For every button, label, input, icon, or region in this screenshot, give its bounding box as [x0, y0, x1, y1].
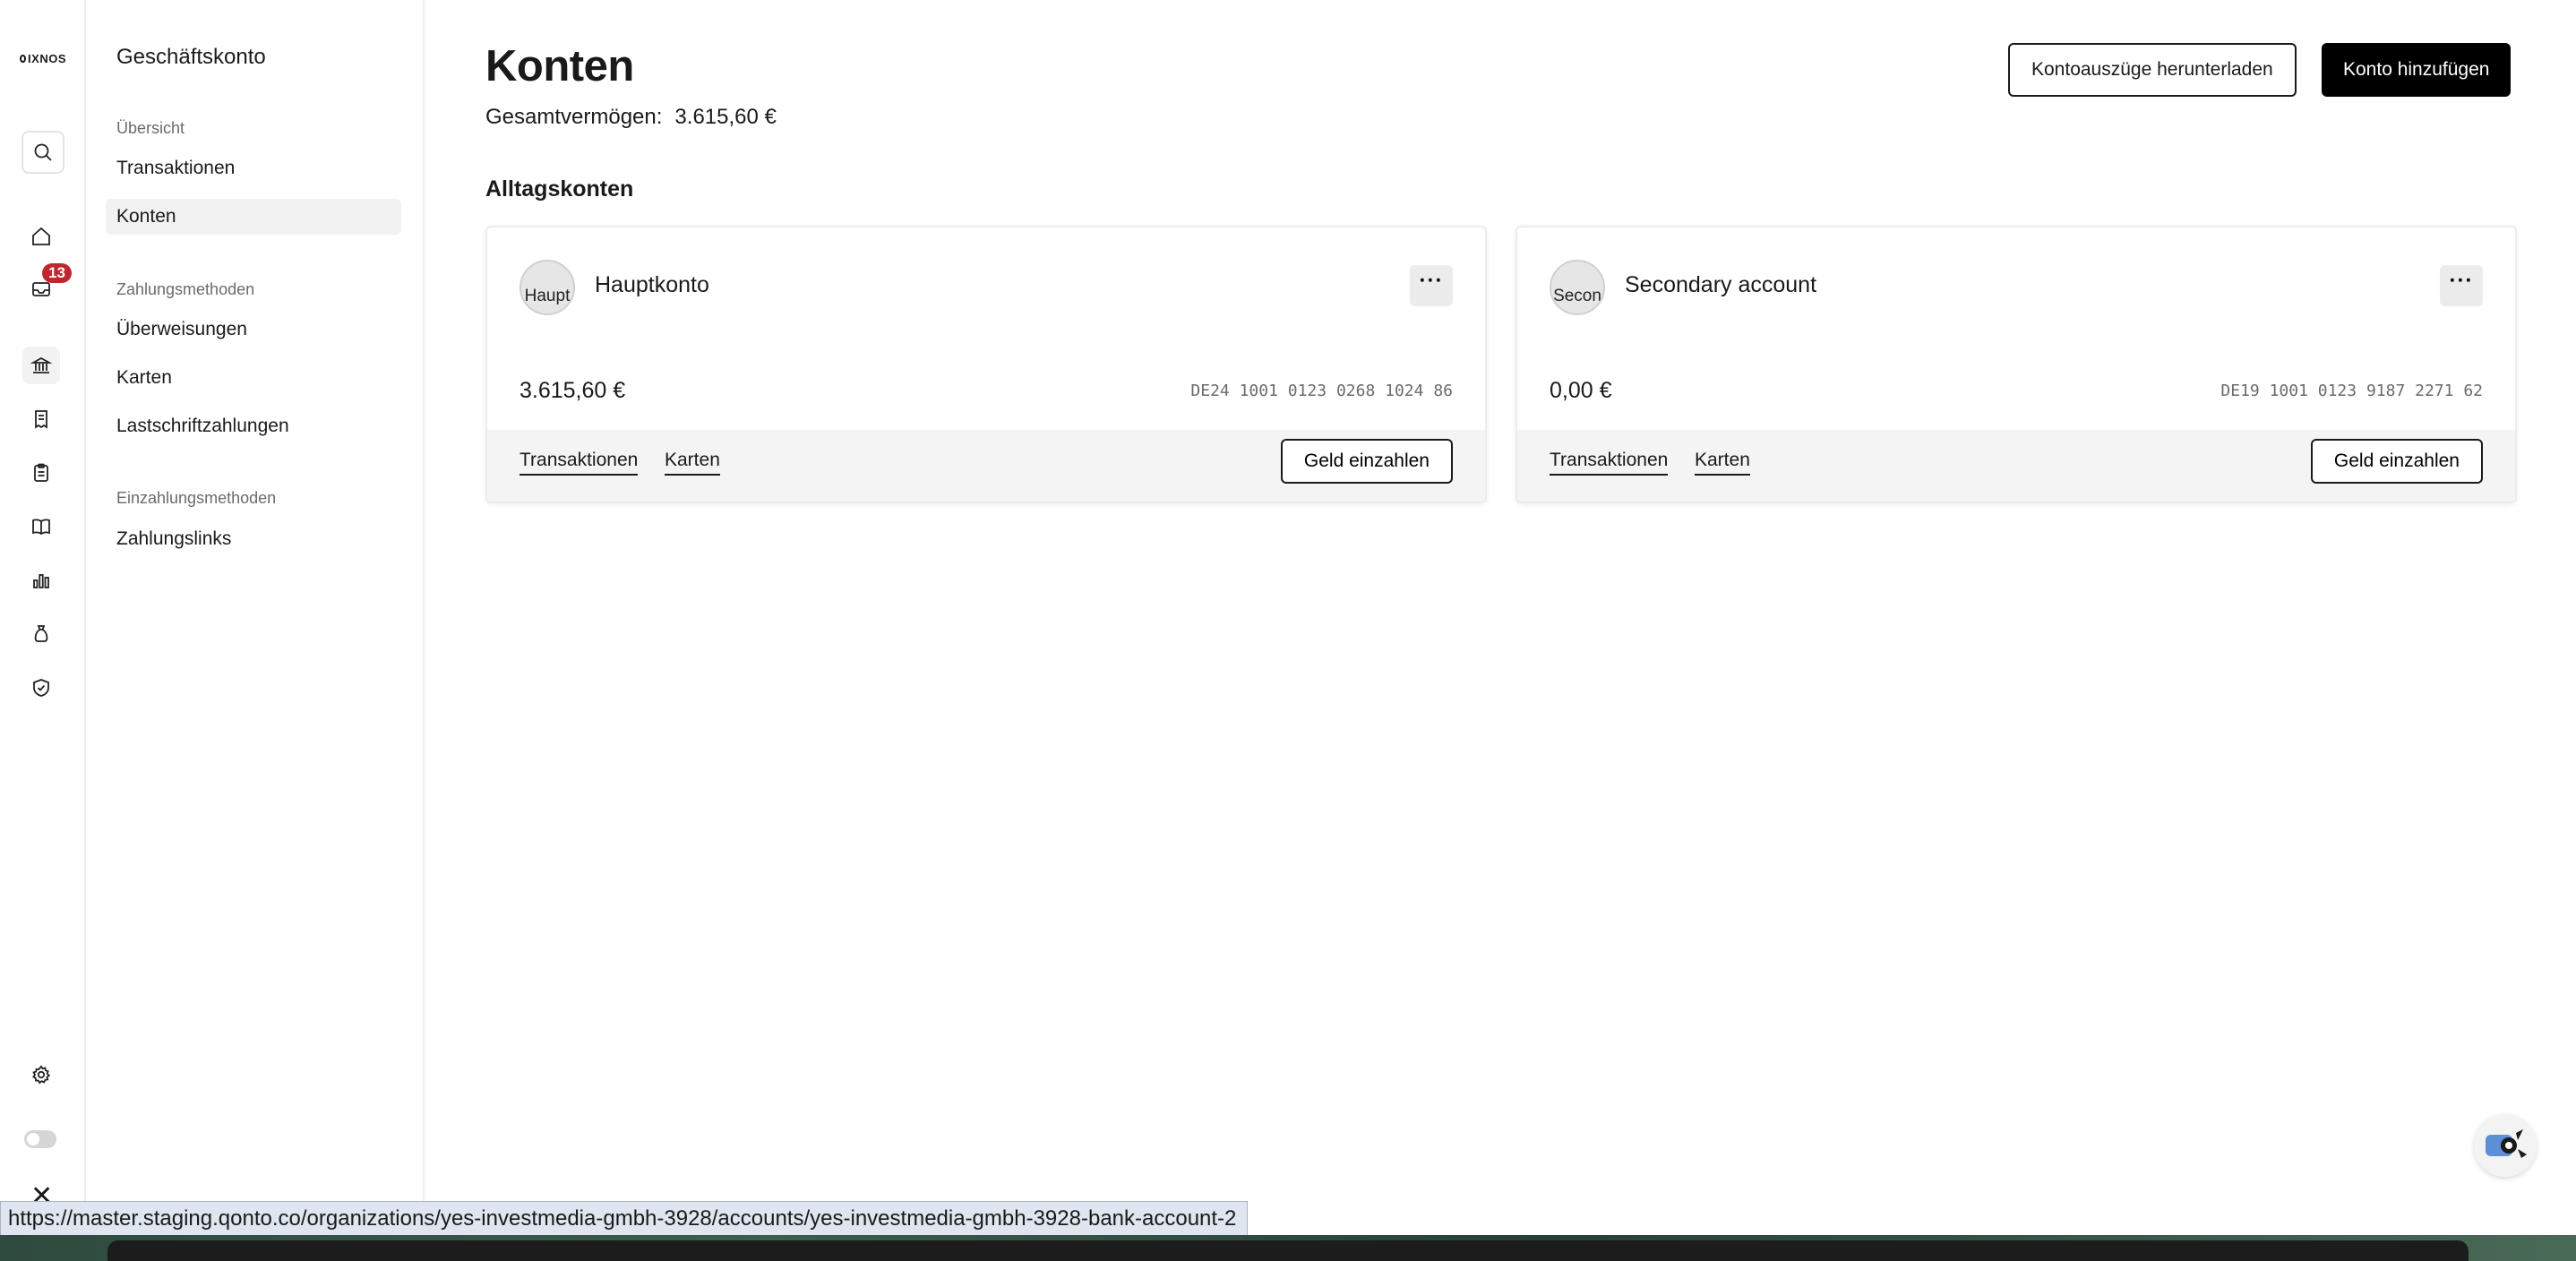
account-card-footer: Transaktionen Karten Geld einzahlen — [1517, 430, 2515, 502]
nav-settings[interactable] — [22, 1056, 60, 1094]
cards-link[interactable]: Karten — [1695, 450, 1750, 476]
account-card-secondary[interactable]: Secon Secondary account ··· 0,00 € DE19 … — [1516, 226, 2517, 503]
more-options-button[interactable]: ··· — [2440, 265, 2483, 306]
sidebar-item-payment-links[interactable]: Zahlungslinks — [106, 521, 401, 557]
transactions-link[interactable]: Transaktionen — [1550, 450, 1669, 476]
theme-toggle[interactable] — [24, 1130, 56, 1148]
brand-logo[interactable]: IXNOS — [20, 50, 66, 66]
search-button[interactable] — [21, 131, 64, 174]
account-balance: 3.615,60 € — [519, 378, 626, 403]
more-options-button[interactable]: ··· — [1410, 265, 1453, 306]
nav-bookkeeping[interactable] — [22, 508, 60, 545]
transactions-link[interactable]: Transaktionen — [519, 450, 639, 476]
nav-analytics[interactable] — [22, 562, 60, 599]
logo-text: IXNOS — [28, 51, 66, 65]
support-chat-button[interactable] — [2474, 1114, 2537, 1177]
cards-link[interactable]: Karten — [665, 450, 720, 476]
search-icon — [34, 143, 52, 161]
sidebar-item-transfers[interactable]: Überweisungen — [106, 312, 401, 347]
chat-widget-icon — [2486, 1129, 2527, 1158]
ellipsis-icon: ··· — [2449, 269, 2474, 293]
account-card-footer: Transaktionen Karten Geld einzahlen — [487, 430, 1485, 502]
sidebar-item-transactions[interactable]: Transaktionen — [106, 150, 401, 186]
sidebar: Geschäftskonto Übersicht Transaktionen K… — [86, 0, 425, 1261]
nav-home[interactable] — [22, 218, 60, 255]
account-card-main[interactable]: Haupt Hauptkonto ··· 3.615,60 € DE24 100… — [485, 226, 1487, 503]
download-statements-button[interactable]: Kontoauszüge herunterladen — [2008, 43, 2297, 97]
account-balance: 0,00 € — [1550, 378, 1612, 403]
section-label-overview: Übersicht — [116, 119, 185, 137]
nav-security[interactable] — [22, 669, 60, 707]
add-account-button[interactable]: Konto hinzufügen — [2322, 43, 2512, 97]
receipt-icon — [35, 410, 47, 429]
bar-chart-icon — [33, 574, 49, 588]
home-icon — [32, 227, 50, 245]
account-iban: DE19 1001 0123 9187 2271 62 — [2220, 382, 2483, 400]
deposit-button[interactable]: Geld einzahlen — [1280, 439, 1453, 484]
desktop-background — [0, 1235, 2576, 1261]
account-avatar: Secon — [1550, 260, 1605, 315]
theme-toggle-icon — [27, 1133, 39, 1145]
money-bag-icon — [34, 625, 48, 642]
nav-invoices[interactable] — [22, 400, 60, 438]
nav-documents[interactable] — [22, 454, 60, 492]
sidebar-item-cards[interactable]: Karten — [106, 360, 401, 396]
page-title: Konten — [485, 42, 634, 90]
account-avatar: Haupt — [519, 260, 575, 315]
window-edge — [107, 1240, 2469, 1261]
bank-icon — [30, 356, 52, 373]
sidebar-title: Geschäftskonto — [116, 45, 266, 69]
nav-accounts[interactable] — [22, 347, 60, 384]
nav-financing[interactable] — [22, 615, 60, 653]
account-name: Hauptkonto — [595, 272, 709, 297]
book-icon — [32, 519, 50, 536]
nav-inbox[interactable]: 13 — [22, 263, 72, 308]
section-label-deposit-methods: Einzahlungsmethoden — [116, 489, 277, 507]
shield-icon — [33, 679, 49, 697]
total-assets-label: Gesamtvermögen: — [485, 105, 663, 129]
notification-badge: 13 — [42, 263, 72, 283]
icon-rail: IXNOS 13 ✕ — [0, 0, 86, 1261]
deposit-button[interactable]: Geld einzahlen — [2310, 439, 2483, 484]
sidebar-item-accounts[interactable]: Konten — [106, 199, 401, 235]
section-label-payment-methods: Zahlungsmethoden — [116, 280, 255, 298]
status-bar-url: https://master.staging.qonto.co/organiza… — [0, 1201, 1249, 1237]
account-name: Secondary account — [1625, 272, 1817, 297]
clipboard-icon — [34, 463, 48, 482]
total-assets-value: 3.615,60 € — [674, 105, 777, 129]
ellipsis-icon: ··· — [1419, 269, 1444, 293]
sidebar-item-direct-debits[interactable]: Lastschriftzahlungen — [106, 408, 401, 444]
account-iban: DE24 1001 0123 0268 1024 86 — [1190, 382, 1453, 400]
logo-mark-icon — [20, 54, 27, 63]
section-title-everyday-accounts: Alltagskonten — [485, 176, 634, 202]
total-assets: Gesamtvermögen: 3.615,60 € — [485, 105, 777, 130]
gear-icon — [32, 1065, 51, 1085]
